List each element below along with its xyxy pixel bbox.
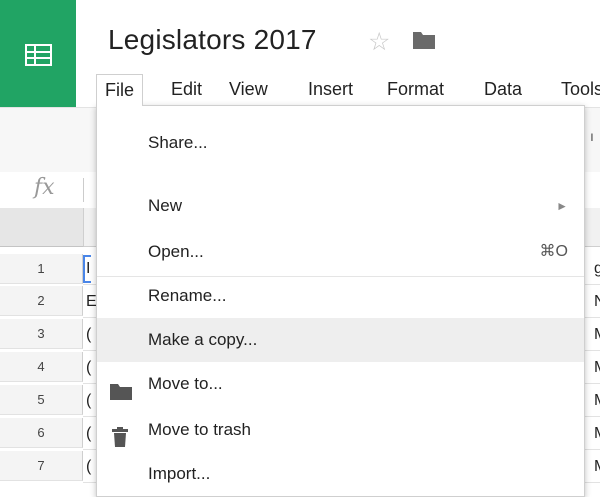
row-header-2[interactable]: 2	[0, 286, 83, 316]
formula-separator	[83, 178, 84, 202]
star-outline-icon[interactable]: ☆	[368, 27, 390, 57]
row-header-4[interactable]: 4	[0, 352, 83, 382]
menu-tools[interactable]: Tools	[561, 74, 600, 106]
cell-a4[interactable]: (	[86, 359, 96, 377]
cell-right-5[interactable]: M	[594, 392, 600, 410]
cell-a7[interactable]: (	[86, 458, 96, 476]
menu-item-label: Import...	[148, 464, 211, 483]
cell-a2[interactable]: E	[86, 293, 96, 311]
menu-file[interactable]: File	[96, 74, 144, 106]
menu-item-label: Share...	[148, 133, 208, 152]
document-title[interactable]: Legislators 2017	[108, 24, 317, 56]
sheets-logo[interactable]	[0, 0, 76, 107]
menu-item-label: New	[148, 196, 183, 215]
cell-a1[interactable]: I	[86, 260, 96, 278]
menu-item-label: Move to trash	[148, 420, 251, 439]
cell-right-3[interactable]: M	[594, 326, 600, 344]
menu-insert[interactable]: Insert	[308, 74, 353, 106]
menu-item-label: Rename...	[148, 286, 227, 305]
row-header-1[interactable]: 1	[0, 254, 83, 284]
menu-item-move-to[interactable]: Move to...	[97, 362, 584, 406]
file-menu-dropdown: Share... New ► Open... ⌘O Rename... Make…	[96, 105, 585, 497]
menu-data[interactable]: Data	[484, 74, 522, 106]
row-header-5[interactable]: 5	[0, 385, 83, 415]
cell-a5[interactable]: (	[86, 392, 96, 410]
fx-icon: fx	[34, 175, 55, 200]
menu-format[interactable]: Format	[387, 74, 444, 106]
menu-edit[interactable]: Edit	[171, 74, 202, 106]
cell-right-2[interactable]: N	[594, 293, 600, 311]
row-header-3[interactable]: 3	[0, 319, 83, 349]
menu-item-label: Make a copy...	[148, 330, 258, 349]
menu-item-share[interactable]: Share...	[97, 121, 584, 165]
menu-item-make-a-copy[interactable]: Make a copy...	[97, 318, 584, 362]
row-header-6[interactable]: 6	[0, 418, 83, 448]
toolbar-caret-icon[interactable]: ı	[590, 128, 600, 144]
cell-right-6[interactable]: M	[594, 425, 600, 443]
menu-view[interactable]: View	[229, 74, 268, 106]
menu-item-rename[interactable]: Rename...	[97, 274, 584, 318]
cell-a3[interactable]: (	[86, 326, 96, 344]
cell-right-1[interactable]: g	[594, 260, 600, 278]
cell-right-4[interactable]: M	[594, 359, 600, 377]
menu-item-move-to-trash[interactable]: Move to trash	[97, 408, 584, 452]
menu-item-open[interactable]: Open... ⌘O	[97, 230, 584, 274]
folder-icon[interactable]	[412, 30, 436, 55]
select-all-corner[interactable]	[0, 208, 84, 247]
menu-item-import[interactable]: Import...	[97, 452, 584, 496]
menu-item-label: Open...	[148, 242, 204, 261]
row-header-7[interactable]: 7	[0, 451, 83, 481]
menu-bar: File Edit View Insert Format Data Tools	[96, 74, 600, 106]
menu-item-label: Move to...	[148, 374, 223, 393]
menu-item-shortcut: ⌘O	[539, 243, 568, 260]
cell-right-7[interactable]: M	[594, 458, 600, 476]
cell-a6[interactable]: (	[86, 425, 96, 443]
sheets-grid-icon	[25, 44, 52, 66]
menu-item-new[interactable]: New ►	[97, 184, 584, 228]
submenu-arrow-icon: ►	[556, 199, 568, 213]
